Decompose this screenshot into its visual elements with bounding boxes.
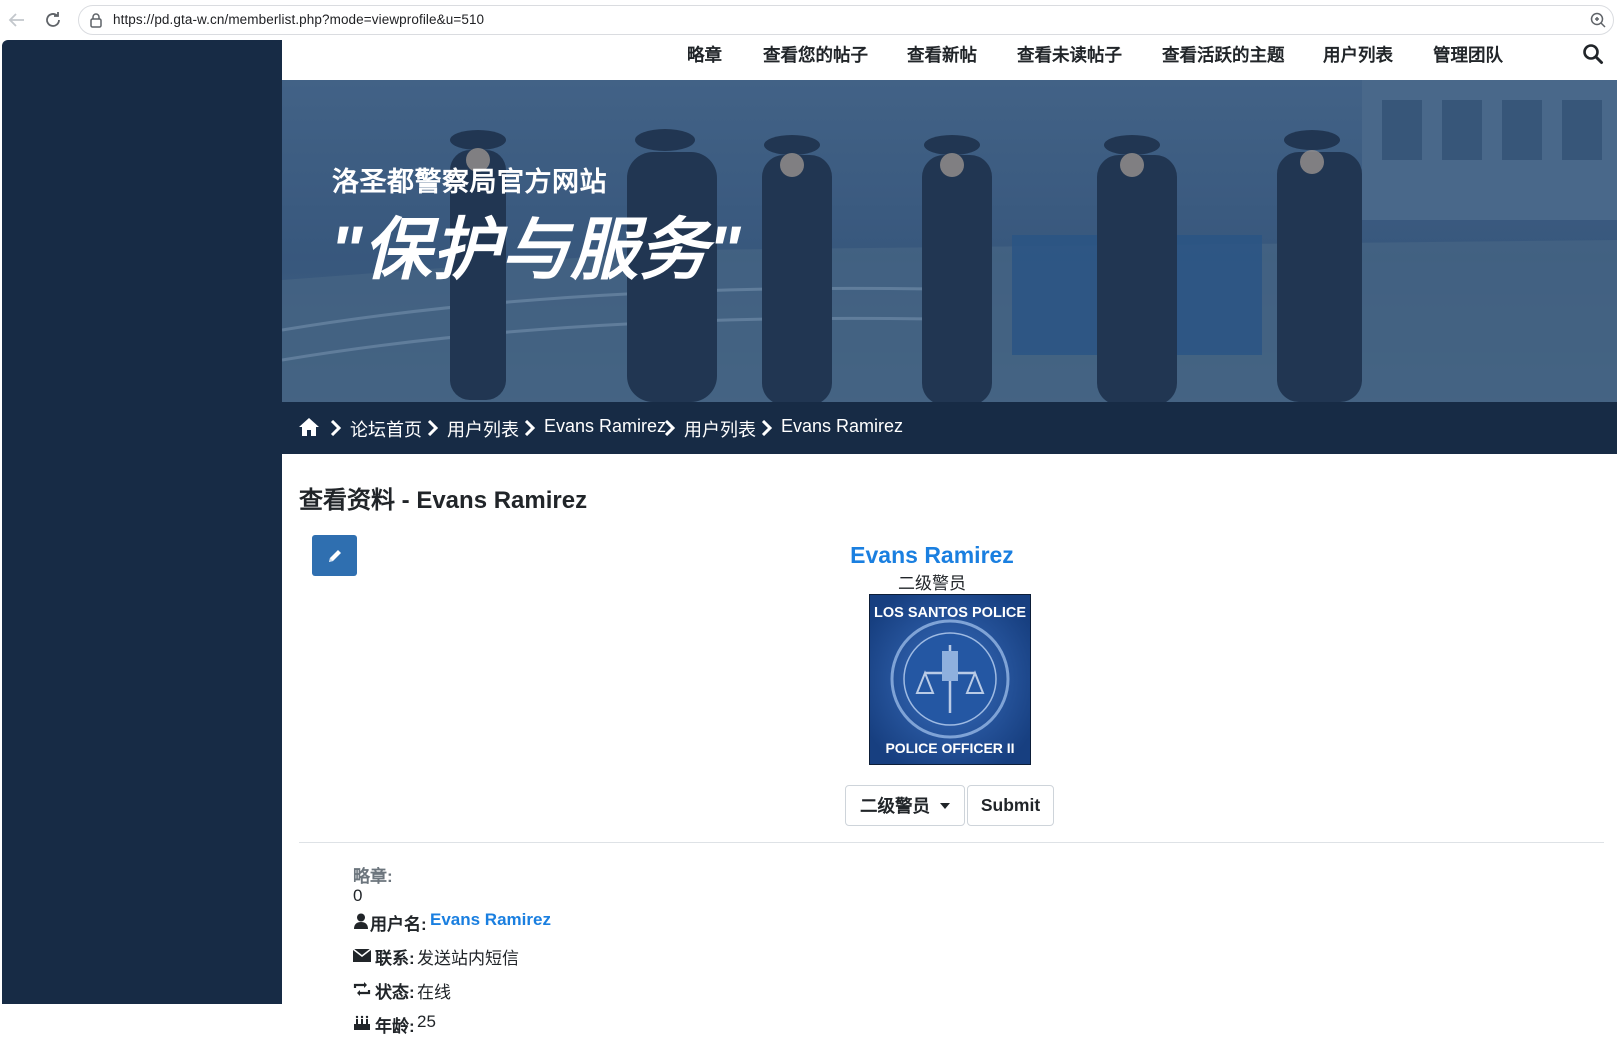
lock-icon[interactable]	[87, 11, 105, 29]
address-bar[interactable]: https://pd.gta-w.cn/memberlist.php?mode=…	[78, 5, 1614, 35]
status-value: 在线	[417, 983, 451, 1002]
nav-medals[interactable]: 略章	[687, 42, 722, 67]
lspd-badge-image: LOS SANTOS POLICE POLICE OFFICER II	[870, 595, 1030, 764]
url-text[interactable]: https://pd.gta-w.cn/memberlist.php?mode=…	[113, 12, 484, 27]
reload-button[interactable]	[40, 7, 66, 33]
left-sidebar	[2, 40, 282, 1004]
breadcrumb-item[interactable]: 论坛首页	[350, 416, 422, 442]
chevron-right-icon	[664, 420, 676, 436]
nav-your-posts[interactable]: 查看您的帖子	[763, 42, 868, 67]
caret-down-icon	[940, 803, 950, 809]
submit-button[interactable]: Submit	[967, 785, 1054, 826]
birthday-cake-icon	[354, 1015, 370, 1030]
nav-new-posts[interactable]: 查看新帖	[907, 42, 977, 67]
chevron-right-icon	[761, 420, 773, 436]
pencil-icon	[328, 549, 341, 562]
badge-top-text: LOS SANTOS POLICE	[874, 605, 1026, 621]
contact-label: 联系:	[375, 949, 415, 968]
breadcrumb: 论坛首页 用户列表 Evans Ramirez 用户列表 Evans Ramir…	[282, 402, 1617, 454]
send-pm-link[interactable]: 发送站内短信	[417, 944, 519, 969]
medals-value: 0	[353, 886, 363, 905]
chevron-right-icon	[524, 420, 536, 436]
page-title: 查看资料 - Evans Ramirez	[299, 487, 588, 514]
breadcrumb-item[interactable]: 用户列表	[684, 416, 756, 442]
profile-rank: 二级警员	[898, 574, 966, 593]
nav-member-list[interactable]: 用户列表	[1323, 42, 1393, 67]
medals-label: 略章:	[353, 867, 393, 886]
status-label: 状态:	[375, 983, 415, 1002]
username-link[interactable]: Evans Ramirez	[430, 910, 551, 930]
age-value: 25	[417, 1012, 436, 1031]
age-label: 年龄:	[375, 1017, 415, 1036]
breadcrumb-item[interactable]: Evans Ramirez	[781, 416, 903, 437]
edit-profile-button[interactable]	[312, 535, 357, 576]
profile-name[interactable]: Evans Ramirez	[782, 542, 1082, 569]
browser-toolbar: https://pd.gta-w.cn/memberlist.php?mode=…	[0, 0, 1617, 40]
envelope-icon	[353, 948, 371, 962]
avatar: LOS SANTOS POLICE POLICE OFFICER II	[869, 594, 1031, 765]
main-content: 略章 查看您的帖子 查看新帖 查看未读帖子 查看活跃的主题 用户列表 管理团队	[282, 40, 1617, 1036]
username-label: 用户名:	[370, 915, 427, 934]
breadcrumb-item[interactable]: 用户列表	[447, 416, 519, 442]
arrow-left-icon	[8, 13, 24, 27]
nav-unread-posts[interactable]: 查看未读帖子	[1017, 42, 1122, 67]
reload-icon	[46, 12, 60, 27]
search-icon[interactable]	[1582, 43, 1604, 65]
breadcrumb-item[interactable]: Evans Ramirez	[544, 416, 666, 437]
rank-select[interactable]: 二级警员	[845, 785, 965, 826]
rank-select-value: 二级警员	[860, 796, 930, 816]
divider	[299, 842, 1604, 843]
retweet-icon	[353, 982, 371, 996]
nav-team[interactable]: 管理团队	[1433, 42, 1503, 67]
banner-slogan: "保护与服务"	[330, 212, 742, 288]
chevron-right-icon	[330, 420, 342, 436]
top-navigation: 略章 查看您的帖子 查看新帖 查看未读帖子 查看活跃的主题 用户列表 管理团队	[282, 40, 1617, 80]
header-banner: 洛圣都警察局官方网站 "保护与服务"	[282, 80, 1617, 402]
badge-bottom-text: POLICE OFFICER II	[885, 740, 1014, 756]
zoom-icon[interactable]	[1589, 11, 1607, 29]
chevron-right-icon	[427, 420, 439, 436]
user-icon	[354, 913, 368, 929]
home-icon[interactable]	[298, 417, 320, 437]
back-button[interactable]	[4, 7, 30, 33]
nav-active-topics[interactable]: 查看活跃的主题	[1162, 42, 1285, 67]
